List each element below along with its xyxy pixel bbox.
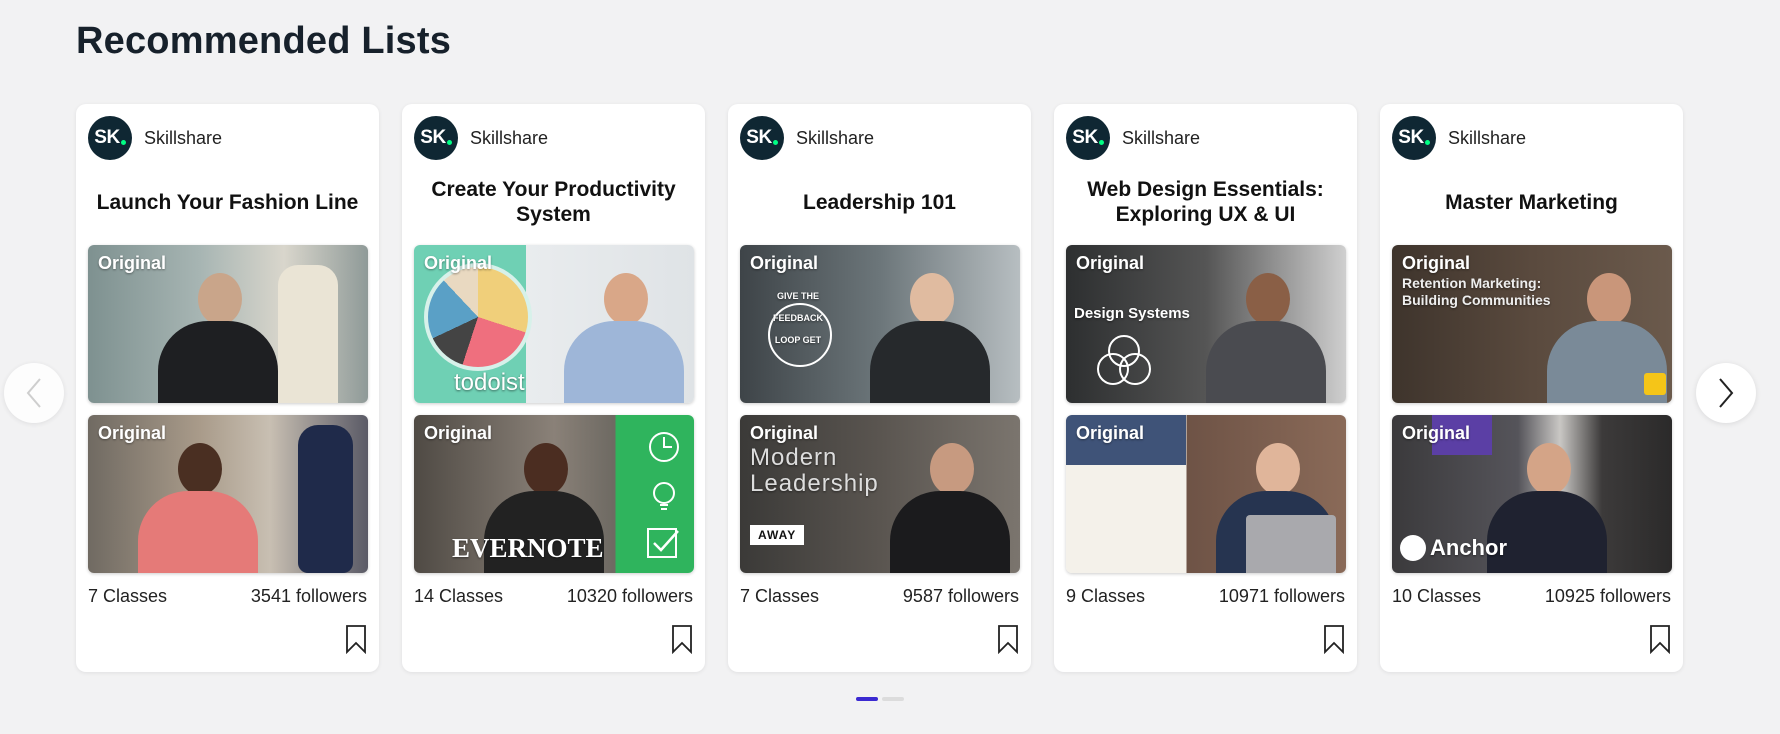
class-count: 10 Classes	[1392, 586, 1482, 606]
provider-avatar: SK	[88, 116, 132, 160]
provider-avatar: SK	[1392, 116, 1436, 160]
class-thumbnail[interactable]: Original	[88, 245, 368, 403]
follower-count: 10925 followers	[1544, 586, 1671, 606]
class-thumbnail[interactable]: Original Anchor	[1392, 415, 1672, 573]
bookmark-icon[interactable]	[345, 624, 367, 654]
list-title[interactable]: Web Design Essentials: Exploring UX & UI	[1064, 170, 1347, 234]
class-thumbnail[interactable]: Original	[88, 415, 368, 573]
class-thumbnail[interactable]: Original EVERNOTE	[414, 415, 694, 573]
list-card[interactable]: SK Skillshare Launch Your Fashion Line O…	[76, 104, 379, 672]
productivity-icons	[647, 432, 679, 558]
original-badge: Original	[98, 253, 167, 273]
bookmark-icon[interactable]	[1323, 624, 1345, 654]
recommended-lists-carousel: SK Skillshare Launch Your Fashion Line O…	[0, 104, 1780, 674]
card-header: SK Skillshare	[1392, 116, 1526, 160]
class-thumbnail[interactable]: Original todoist	[414, 245, 694, 403]
list-card[interactable]: SK Skillshare Master Marketing Original …	[1380, 104, 1683, 672]
class-thumbnail[interactable]: Original	[1066, 415, 1346, 573]
list-title[interactable]: Master Marketing	[1390, 170, 1673, 234]
follower-count: 10971 followers	[1218, 586, 1345, 606]
card-header: SK Skillshare	[1066, 116, 1200, 160]
page-indicator-1[interactable]	[856, 697, 878, 701]
card-stats: 14 Classes 10320 followers	[414, 586, 693, 607]
thumbnail-overlay-text: Design Systems	[1074, 305, 1190, 322]
page-indicator-2[interactable]	[882, 697, 904, 701]
provider-name[interactable]: Skillshare	[796, 128, 874, 149]
thumbnail-overlay-text: Anchor	[1430, 535, 1507, 560]
follower-count: 10320 followers	[566, 586, 693, 606]
venn-icon	[1097, 335, 1151, 385]
list-card[interactable]: SK Skillshare Leadership 101 GIVE THE FE…	[728, 104, 1031, 672]
class-count: 7 Classes	[88, 586, 168, 606]
class-thumbnail[interactable]: Original Modern Leadership AWAY	[740, 415, 1020, 573]
thumbnail-overlay-text: GIVE THE FEEDBACK LOOP GET	[772, 291, 823, 345]
list-card[interactable]: SK Skillshare Create Your Productivity S…	[402, 104, 705, 672]
list-card[interactable]: SK Skillshare Web Design Essentials: Exp…	[1054, 104, 1357, 672]
brand-tag: AWAY	[750, 525, 805, 545]
carousel-prev-button[interactable]	[4, 363, 64, 423]
card-stats: 7 Classes 3541 followers	[88, 586, 367, 607]
class-count: 9 Classes	[1066, 586, 1146, 606]
original-badge: Original	[424, 253, 493, 273]
chevron-left-icon	[26, 378, 41, 408]
list-title[interactable]: Create Your Productivity System	[412, 170, 695, 234]
class-thumbnail[interactable]: Original Design Systems	[1066, 245, 1346, 403]
carousel-pagination	[856, 697, 904, 701]
thumbnail-overlay-text: EVERNOTE	[452, 533, 604, 563]
chevron-right-icon	[1719, 378, 1734, 408]
card-stats: 10 Classes 10925 followers	[1392, 586, 1671, 607]
list-title[interactable]: Launch Your Fashion Line	[86, 170, 369, 234]
bookmark-icon[interactable]	[671, 624, 693, 654]
provider-avatar: SK	[414, 116, 458, 160]
card-header: SK Skillshare	[740, 116, 874, 160]
provider-avatar: SK	[1066, 116, 1110, 160]
thumbnail-overlay-text: Retention Marketing: Building Communitie…	[1402, 275, 1551, 308]
provider-name[interactable]: Skillshare	[470, 128, 548, 149]
follower-count: 9587 followers	[902, 586, 1019, 606]
original-badge: Original	[1076, 253, 1145, 273]
original-badge: Original	[1076, 423, 1145, 443]
card-stats: 9 Classes 10971 followers	[1066, 586, 1345, 607]
thumbnail-overlay-text: Modern Leadership	[750, 444, 879, 497]
class-thumbnail[interactable]: GIVE THE FEEDBACK LOOP GET Original	[740, 245, 1020, 403]
original-badge: Original	[750, 253, 819, 273]
carousel-next-button[interactable]	[1696, 363, 1756, 423]
provider-name[interactable]: Skillshare	[144, 128, 222, 149]
provider-avatar: SK	[740, 116, 784, 160]
bookmark-icon[interactable]	[1649, 624, 1671, 654]
original-badge: Original	[424, 423, 493, 443]
class-thumbnail[interactable]: Original Retention Marketing: Building C…	[1392, 245, 1672, 403]
list-title[interactable]: Leadership 101	[738, 170, 1021, 234]
provider-name[interactable]: Skillshare	[1122, 128, 1200, 149]
original-badge: Original	[1402, 253, 1471, 273]
original-badge: Original	[750, 423, 819, 443]
thumbnail-overlay-text: todoist	[454, 369, 525, 396]
card-stats: 7 Classes 9587 followers	[740, 586, 1019, 607]
class-count: 7 Classes	[740, 586, 820, 606]
original-badge: Original	[98, 423, 167, 443]
bookmark-icon[interactable]	[997, 624, 1019, 654]
original-badge: Original	[1402, 423, 1471, 443]
class-count: 14 Classes	[414, 586, 504, 606]
card-header: SK Skillshare	[88, 116, 222, 160]
card-header: SK Skillshare	[414, 116, 548, 160]
section-title: Recommended Lists	[76, 20, 452, 62]
follower-count: 3541 followers	[250, 586, 367, 606]
provider-name[interactable]: Skillshare	[1448, 128, 1526, 149]
